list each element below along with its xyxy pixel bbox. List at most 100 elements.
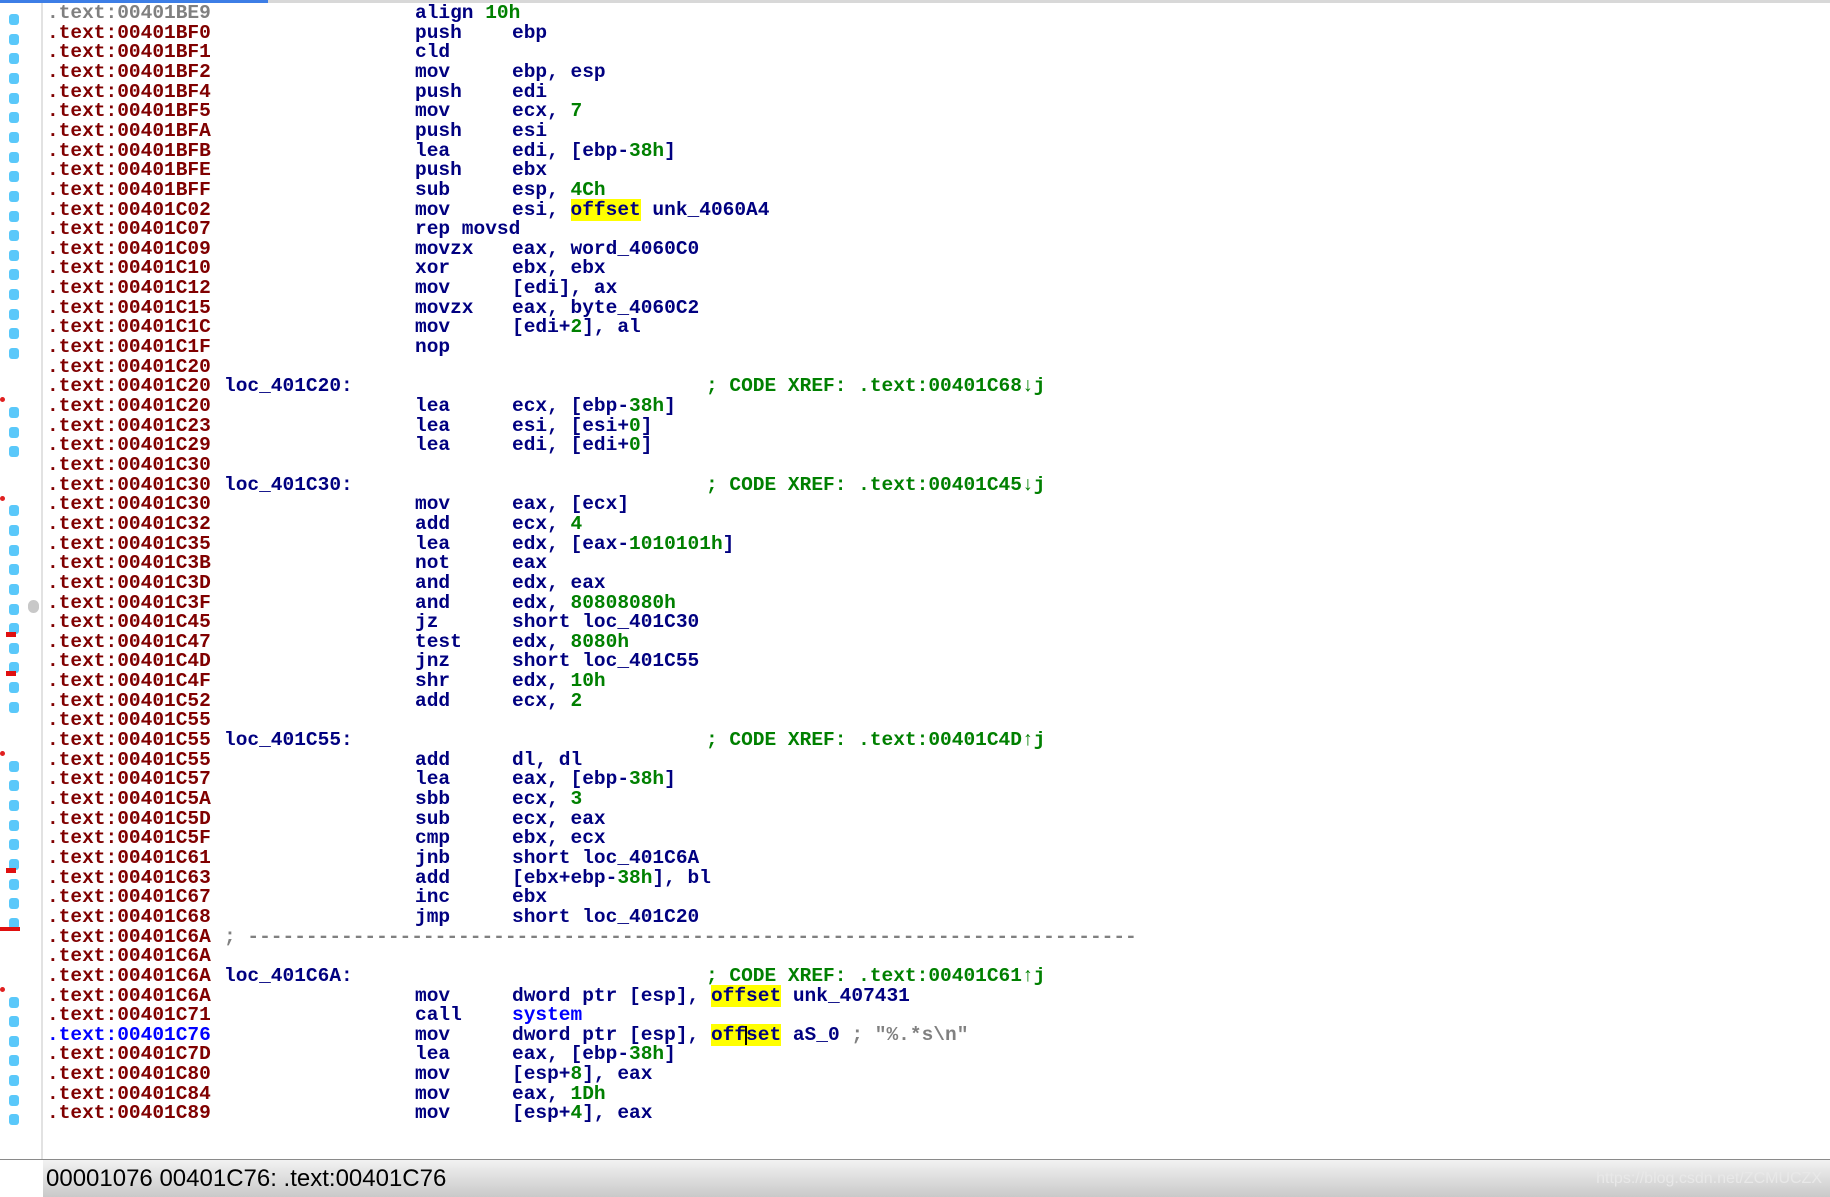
number-literal[interactable]: 2 — [571, 690, 583, 712]
address[interactable]: .text:00401C29 — [47, 436, 211, 456]
listing-row[interactable]: .text:00401C76 mov dword ptr [esp], offset… — [43, 1023, 1830, 1046]
breakpoint-marker-icon[interactable] — [9, 524, 19, 536]
listing-row[interactable]: .text:00401BF1 cld — [43, 43, 1830, 63]
listing-row[interactable]: .text:00401BF5 mov ecx, 7 — [43, 100, 1830, 122]
breakpoint-marker-icon[interactable] — [9, 210, 19, 222]
address[interactable]: .text:00401C5A — [47, 789, 211, 810]
listing-row[interactable]: .text:00401BFA push esi — [43, 121, 1830, 142]
listing-row[interactable]: .text:00401BF4 push edi — [43, 82, 1830, 103]
breakpoint-marker-icon[interactable] — [9, 112, 19, 124]
listing-row[interactable]: .text:00401C09 movzx eax, word_4060C0 — [43, 239, 1830, 260]
breakpoint-marker-icon[interactable] — [9, 289, 19, 301]
listing-row[interactable]: .text:00401C68 jmp short loc_401C20 — [43, 907, 1830, 928]
address[interactable]: .text:00401BE9 — [47, 3, 211, 24]
listing-row[interactable]: .text:00401C20 loc_401C20:; CODE XREF: .t… — [43, 377, 1830, 397]
breakpoint-marker-icon[interactable] — [9, 190, 19, 202]
address[interactable]: .text:00401C89 — [47, 1104, 211, 1124]
listing-row[interactable]: .text:00401C84 mov eax, 1Dh — [43, 1084, 1830, 1105]
listing-row[interactable]: .text:00401C02 mov esi, offset unk_4060A4 — [43, 198, 1830, 221]
disassembly-listing[interactable]: .text:00401BE9 align 10h .text:00401BF0 push… — [43, 3, 1830, 1157]
listing-row[interactable]: .text:00401C29 lea edi, [edi+0] — [43, 434, 1830, 456]
address[interactable]: .text:00401C67 — [47, 888, 211, 908]
breakpoint-marker-icon[interactable] — [9, 348, 19, 360]
address[interactable]: .text:00401C6A — [47, 966, 211, 987]
listing-row[interactable]: .text:00401C3D and edx, eax — [43, 573, 1830, 594]
listing-row[interactable]: .text:00401C55 add dl, dl — [43, 750, 1830, 771]
breakpoint-marker-icon[interactable] — [9, 603, 19, 615]
xref-comment[interactable]: ; CODE XREF: .text:00401C68↓j — [706, 377, 1045, 397]
listing-row[interactable]: .text:00401C1C mov [edi+2], al — [43, 318, 1830, 338]
address[interactable]: .text:00401C30 — [47, 455, 211, 476]
number-literal[interactable]: 0 — [629, 434, 641, 456]
address[interactable]: .text:00401BF1 — [47, 43, 211, 63]
breakpoint-marker-icon[interactable] — [9, 780, 19, 792]
number-literal[interactable]: 7 — [571, 100, 583, 122]
breakpoint-marker-icon[interactable] — [9, 1075, 19, 1087]
address[interactable]: .text:00401BF5 — [47, 102, 211, 122]
code-label[interactable]: loc_401C30: — [224, 475, 353, 496]
listing-row[interactable]: .text:00401C52 add ecx, 2 — [43, 690, 1830, 712]
offset-keyword[interactable]: offset — [570, 198, 641, 221]
listing-row[interactable]: .text:00401C47 test edx, 8080h — [43, 632, 1830, 653]
xref-comment[interactable]: ; CODE XREF: .text:00401C4D↑j — [706, 730, 1045, 751]
listing-row[interactable]: .text:00401C4D jnz short loc_401C55 — [43, 652, 1830, 672]
breakpoint-marker-icon[interactable] — [9, 249, 19, 261]
breakpoint-marker-icon[interactable] — [9, 308, 19, 320]
listing-row[interactable]: .text:00401BE9 align 10h — [43, 3, 1830, 24]
breakpoint-marker-icon[interactable] — [9, 426, 19, 438]
breakpoint-marker-icon[interactable] — [9, 1114, 19, 1126]
address[interactable]: .text:00401C12 — [47, 278, 211, 299]
listing-row[interactable]: .text:00401C61 jnb short loc_401C6A — [43, 848, 1830, 869]
listing-row[interactable]: .text:00401C20 lea ecx, [ebp-38h] — [43, 396, 1830, 417]
address[interactable]: .text:00401C5F — [47, 829, 211, 849]
number-literal[interactable]: 4Ch — [571, 179, 606, 201]
address[interactable]: .text:00401C3D — [47, 573, 211, 594]
listing-row[interactable]: .text:00401C35 lea edx, [eax-1010101h] — [43, 533, 1830, 555]
number-literal[interactable]: 1010101h — [629, 533, 723, 555]
listing-row[interactable]: .text:00401C07 rep movsd — [43, 219, 1830, 240]
offset-keyword[interactable]: offset — [710, 984, 782, 1007]
address[interactable]: .text:00401BFF — [47, 180, 211, 201]
listing-row[interactable]: .text:00401C89 mov [esp+4], eax — [43, 1104, 1830, 1124]
breakpoint-marker-icon[interactable] — [9, 682, 19, 694]
breakpoint-marker-icon[interactable] — [9, 407, 19, 418]
breakpoint-marker-icon[interactable] — [9, 996, 19, 1008]
address[interactable]: .text:00401C6A — [47, 947, 211, 967]
listing-row[interactable]: .text:00401C6A mov dword ptr [esp], offset… — [43, 984, 1830, 1007]
listing-row[interactable]: .text:00401C67 inc ebx — [43, 887, 1830, 908]
listing-row[interactable]: .text:00401C30 loc_401C30:; CODE XREF: .t… — [43, 475, 1830, 496]
breakpoint-marker-icon[interactable] — [9, 230, 19, 242]
number-literal[interactable]: 38h — [629, 768, 664, 790]
address[interactable]: .text:00401C32 — [47, 514, 211, 535]
listing-row[interactable]: .text:00401C10 xor ebx, ebx — [43, 259, 1830, 279]
listing-row[interactable]: .text:00401C3F and edx, 80808080h — [43, 593, 1830, 614]
address[interactable]: .text:00401C1F — [47, 337, 211, 358]
breakpoint-marker-icon[interactable] — [9, 544, 19, 556]
listing-row[interactable]: .text:00401C5A sbb ecx, 3 — [43, 789, 1830, 810]
address[interactable]: .text:00401C45 — [47, 612, 211, 633]
breakpoint-marker-icon[interactable] — [9, 1055, 19, 1067]
address[interactable]: .text:00401C30 — [47, 495, 211, 515]
breakpoint-marker-icon[interactable] — [9, 819, 19, 831]
address[interactable]: .text:00401C61 — [47, 848, 211, 869]
breakpoint-marker-icon[interactable] — [9, 564, 19, 576]
breakpoint-marker-icon[interactable] — [9, 583, 19, 595]
splitter-handle[interactable] — [28, 600, 39, 613]
breakpoint-marker-icon[interactable] — [9, 839, 19, 851]
breakpoint-marker-icon[interactable] — [9, 1035, 19, 1047]
listing-row[interactable]: .text:00401BFF sub esp, 4Ch — [43, 179, 1830, 201]
listing-row[interactable]: .text:00401C45 jz short loc_401C30 — [43, 612, 1830, 633]
breakpoint-marker-icon[interactable] — [9, 446, 19, 458]
listing-row[interactable]: .text:00401C55 loc_401C55: ; CODE XREF: .t… — [43, 730, 1830, 751]
breakpoint-marker-icon[interactable] — [9, 131, 19, 143]
listing-row[interactable]: .text:00401C1F nop — [43, 337, 1830, 358]
breakpoint-marker-icon[interactable] — [9, 151, 19, 163]
listing-row[interactable]: .text:00401C5F cmp ebx, ecx — [43, 828, 1830, 849]
breakpoint-marker-icon[interactable] — [9, 1094, 19, 1106]
breakpoint-marker-icon[interactable] — [9, 878, 19, 890]
address[interactable]: .text:00401C80 — [47, 1064, 211, 1085]
address[interactable]: .text:00401BFE — [47, 161, 211, 181]
listing-row[interactable]: .text:00401BF0 push ebp — [43, 23, 1830, 44]
breakpoint-marker-icon[interactable] — [9, 171, 19, 183]
address[interactable]: .text:00401C20 — [47, 396, 211, 417]
